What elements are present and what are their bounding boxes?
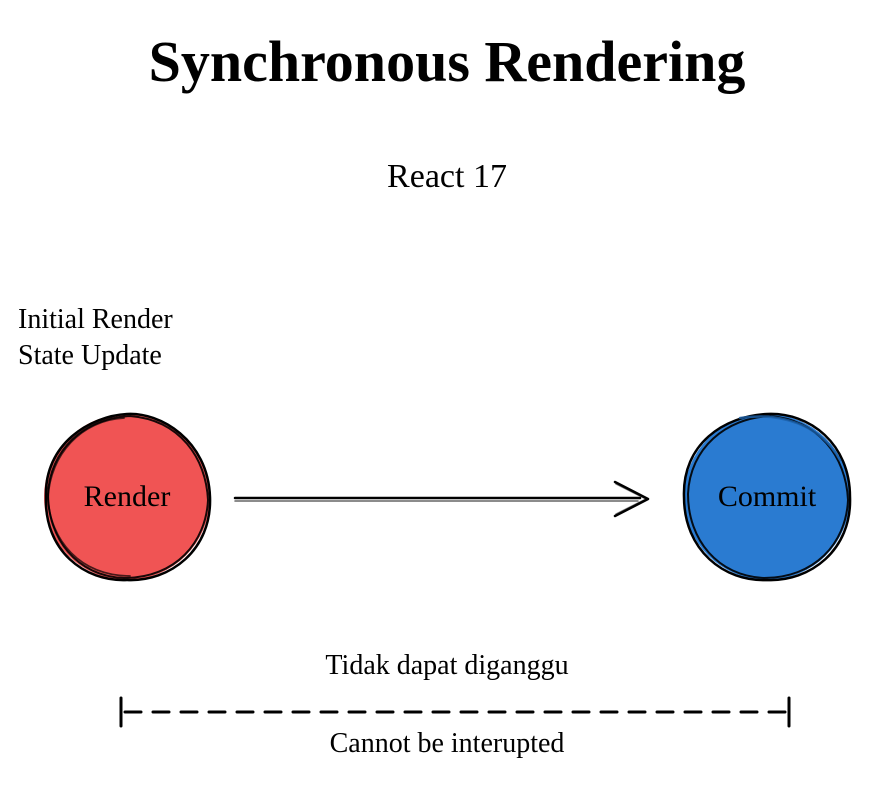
caption-indonesian: Tidak dapat diganggu bbox=[325, 650, 568, 682]
render-label: Render bbox=[84, 480, 171, 514]
diagram-subtitle: React 17 bbox=[387, 158, 507, 196]
diagram-title: Synchronous Rendering bbox=[149, 28, 746, 95]
render-node: Render bbox=[40, 410, 214, 584]
commit-node: Commit bbox=[680, 410, 854, 584]
trigger-line-2: State Update bbox=[18, 338, 173, 374]
arrow-icon bbox=[230, 470, 660, 530]
dashed-span-icon bbox=[115, 692, 795, 732]
caption-english: Cannot be interupted bbox=[330, 728, 565, 760]
trigger-line-1: Initial Render bbox=[18, 302, 173, 338]
trigger-list: Initial Render State Update bbox=[18, 302, 173, 375]
commit-label: Commit bbox=[718, 480, 816, 514]
